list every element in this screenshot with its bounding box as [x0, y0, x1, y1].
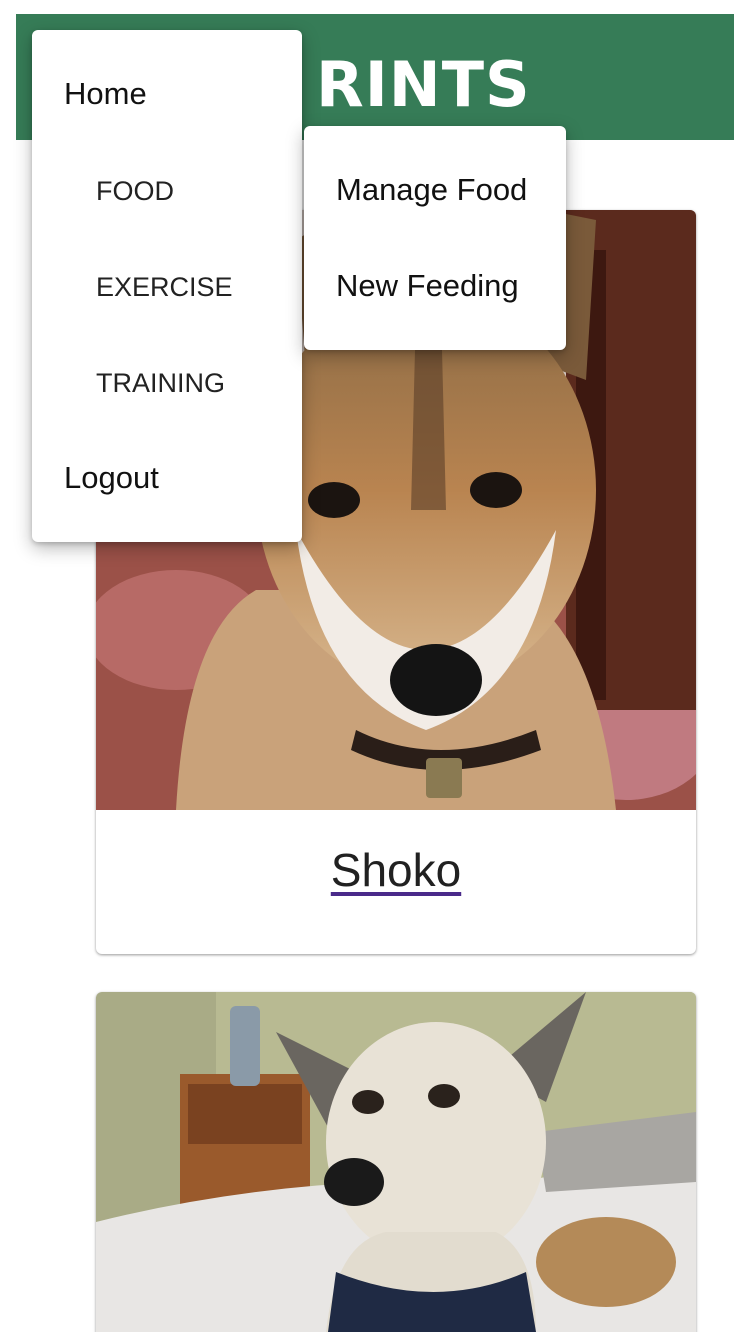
- menu-item-logout[interactable]: Logout: [64, 462, 159, 493]
- nav-menu: Home FOOD EXERCISE TRAINING Logout: [32, 30, 302, 542]
- pet-photo[interactable]: [96, 992, 696, 1332]
- submenu-item-new-feeding[interactable]: New Feeding: [336, 270, 519, 301]
- pet-card[interactable]: [96, 992, 696, 1332]
- pet-name-link[interactable]: Shoko: [96, 843, 696, 897]
- menu-item-home[interactable]: Home: [64, 78, 147, 109]
- app-logo: RINTS: [316, 48, 531, 121]
- menu-item-exercise[interactable]: EXERCISE: [96, 274, 233, 301]
- menu-item-food[interactable]: FOOD: [96, 178, 174, 205]
- submenu-item-manage-food[interactable]: Manage Food: [336, 174, 527, 205]
- menu-item-training[interactable]: TRAINING: [96, 370, 225, 397]
- food-submenu: Manage Food New Feeding: [304, 126, 566, 350]
